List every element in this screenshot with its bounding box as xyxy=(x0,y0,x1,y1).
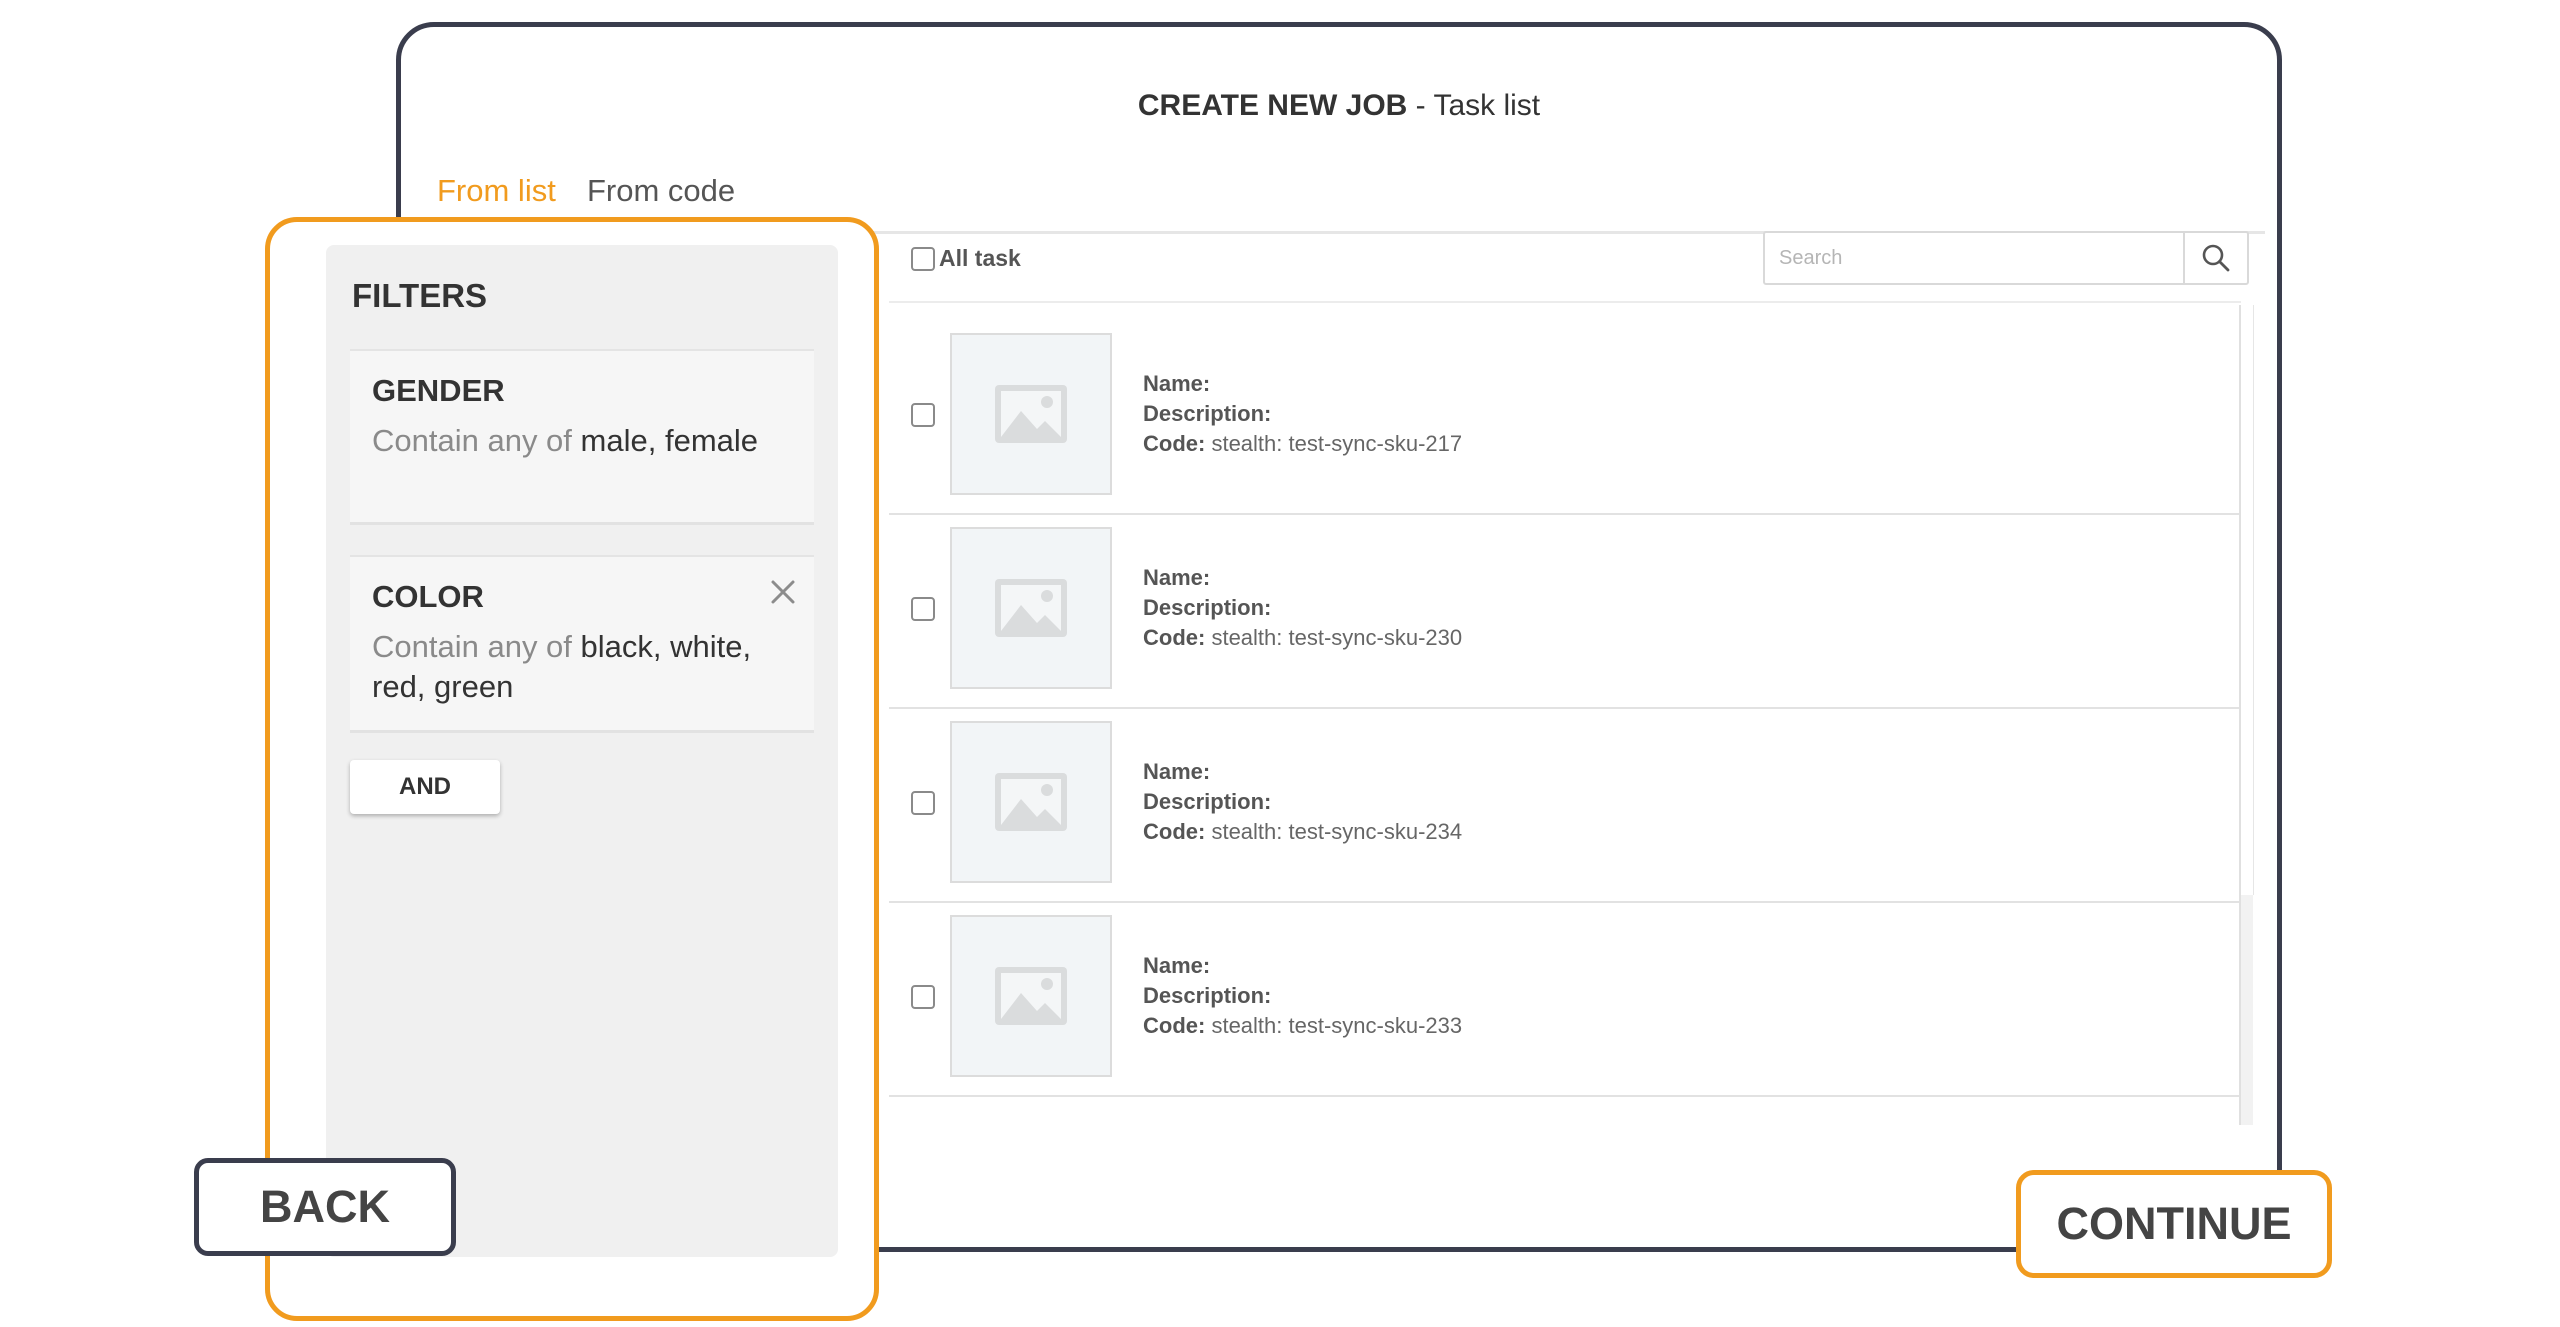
search-input[interactable] xyxy=(1765,233,2185,283)
task-name-label: Name: xyxy=(1143,565,1211,590)
task-checkbox[interactable] xyxy=(911,597,935,621)
task-meta: Name: Description: Code: stealth: test-s… xyxy=(1143,563,1462,653)
task-thumbnail xyxy=(950,915,1112,1077)
filter-operator: Contain any of xyxy=(372,423,572,458)
task-name-label: Name: xyxy=(1143,371,1211,396)
filters-title: FILTERS xyxy=(352,277,488,314)
task-thumbnail xyxy=(950,721,1112,883)
filters-panel: FILTERS GENDER Contain any of male, fema… xyxy=(326,245,838,1257)
continue-button[interactable]: CONTINUE xyxy=(2016,1170,2332,1278)
filter-condition: Contain any of male, female xyxy=(372,421,792,461)
task-code: stealth: test-sync-sku-234 xyxy=(1211,819,1463,844)
filter-name: COLOR xyxy=(372,579,484,614)
task-description-label: Description: xyxy=(1143,983,1272,1008)
task-code-label: Code: xyxy=(1143,819,1206,844)
image-placeholder-icon xyxy=(995,579,1067,637)
task-name-label: Name: xyxy=(1143,759,1211,784)
task-meta: Name: Description: Code: stealth: test-s… xyxy=(1143,369,1462,459)
task-row[interactable]: Name: Description: Code: stealth: test-s… xyxy=(889,709,2241,903)
search-button[interactable] xyxy=(2183,233,2247,283)
task-row[interactable]: Name: Description: Code: stealth: test-s… xyxy=(889,903,2241,1097)
back-button[interactable]: BACK xyxy=(194,1158,456,1256)
task-description-label: Description: xyxy=(1143,595,1272,620)
filter-card-color[interactable]: COLOR Contain any of black, white, red, … xyxy=(350,555,814,733)
task-description-label: Description: xyxy=(1143,789,1272,814)
task-thumbnail xyxy=(950,527,1112,689)
task-row[interactable]: Name: Description: Code: stealth: test-s… xyxy=(889,515,2241,709)
task-code: stealth: test-sync-sku-230 xyxy=(1211,625,1463,650)
task-description-label: Description: xyxy=(1143,401,1272,426)
search-icon xyxy=(2202,244,2230,272)
list-scrollbar[interactable] xyxy=(2239,305,2254,1125)
task-checkbox[interactable] xyxy=(911,791,935,815)
page-title-sub: - Task list xyxy=(1407,89,1541,122)
filter-operator: Contain any of xyxy=(372,629,572,664)
task-code: stealth: test-sync-sku-217 xyxy=(1211,431,1463,456)
filter-values: male, female xyxy=(580,423,759,458)
filter-condition: Contain any of black, white, red, green xyxy=(372,627,792,707)
task-meta: Name: Description: Code: stealth: test-s… xyxy=(1143,757,1462,847)
page-title-main: CREATE NEW JOB xyxy=(1137,89,1408,122)
filter-name: GENDER xyxy=(372,373,505,408)
filter-card-gender[interactable]: GENDER Contain any of male, female xyxy=(350,349,814,525)
task-name-label: Name: xyxy=(1143,953,1211,978)
image-placeholder-icon xyxy=(995,773,1067,831)
search-box xyxy=(1763,231,2249,285)
task-code-label: Code: xyxy=(1143,625,1206,650)
image-placeholder-icon xyxy=(995,385,1067,443)
task-code: stealth: test-sync-sku-233 xyxy=(1211,1013,1463,1038)
all-task-toggle[interactable]: All task xyxy=(911,245,1021,272)
list-divider xyxy=(889,301,2241,303)
close-icon[interactable] xyxy=(768,577,798,607)
all-task-label: All task xyxy=(939,245,1021,271)
scrollbar-thumb[interactable] xyxy=(2241,305,2254,895)
task-checkbox[interactable] xyxy=(911,403,935,427)
all-task-checkbox[interactable] xyxy=(911,246,935,271)
task-row[interactable]: Name: Description: Code: stealth: test-s… xyxy=(889,321,2241,515)
task-code-label: Code: xyxy=(1143,1013,1206,1038)
and-button[interactable]: AND xyxy=(350,760,500,814)
page-title: CREATE NEW JOB - Task list xyxy=(401,89,2277,123)
task-meta: Name: Description: Code: stealth: test-s… xyxy=(1143,951,1462,1041)
task-checkbox[interactable] xyxy=(911,985,935,1009)
image-placeholder-icon xyxy=(995,967,1067,1025)
task-code-label: Code: xyxy=(1143,431,1206,456)
task-thumbnail xyxy=(950,333,1112,495)
